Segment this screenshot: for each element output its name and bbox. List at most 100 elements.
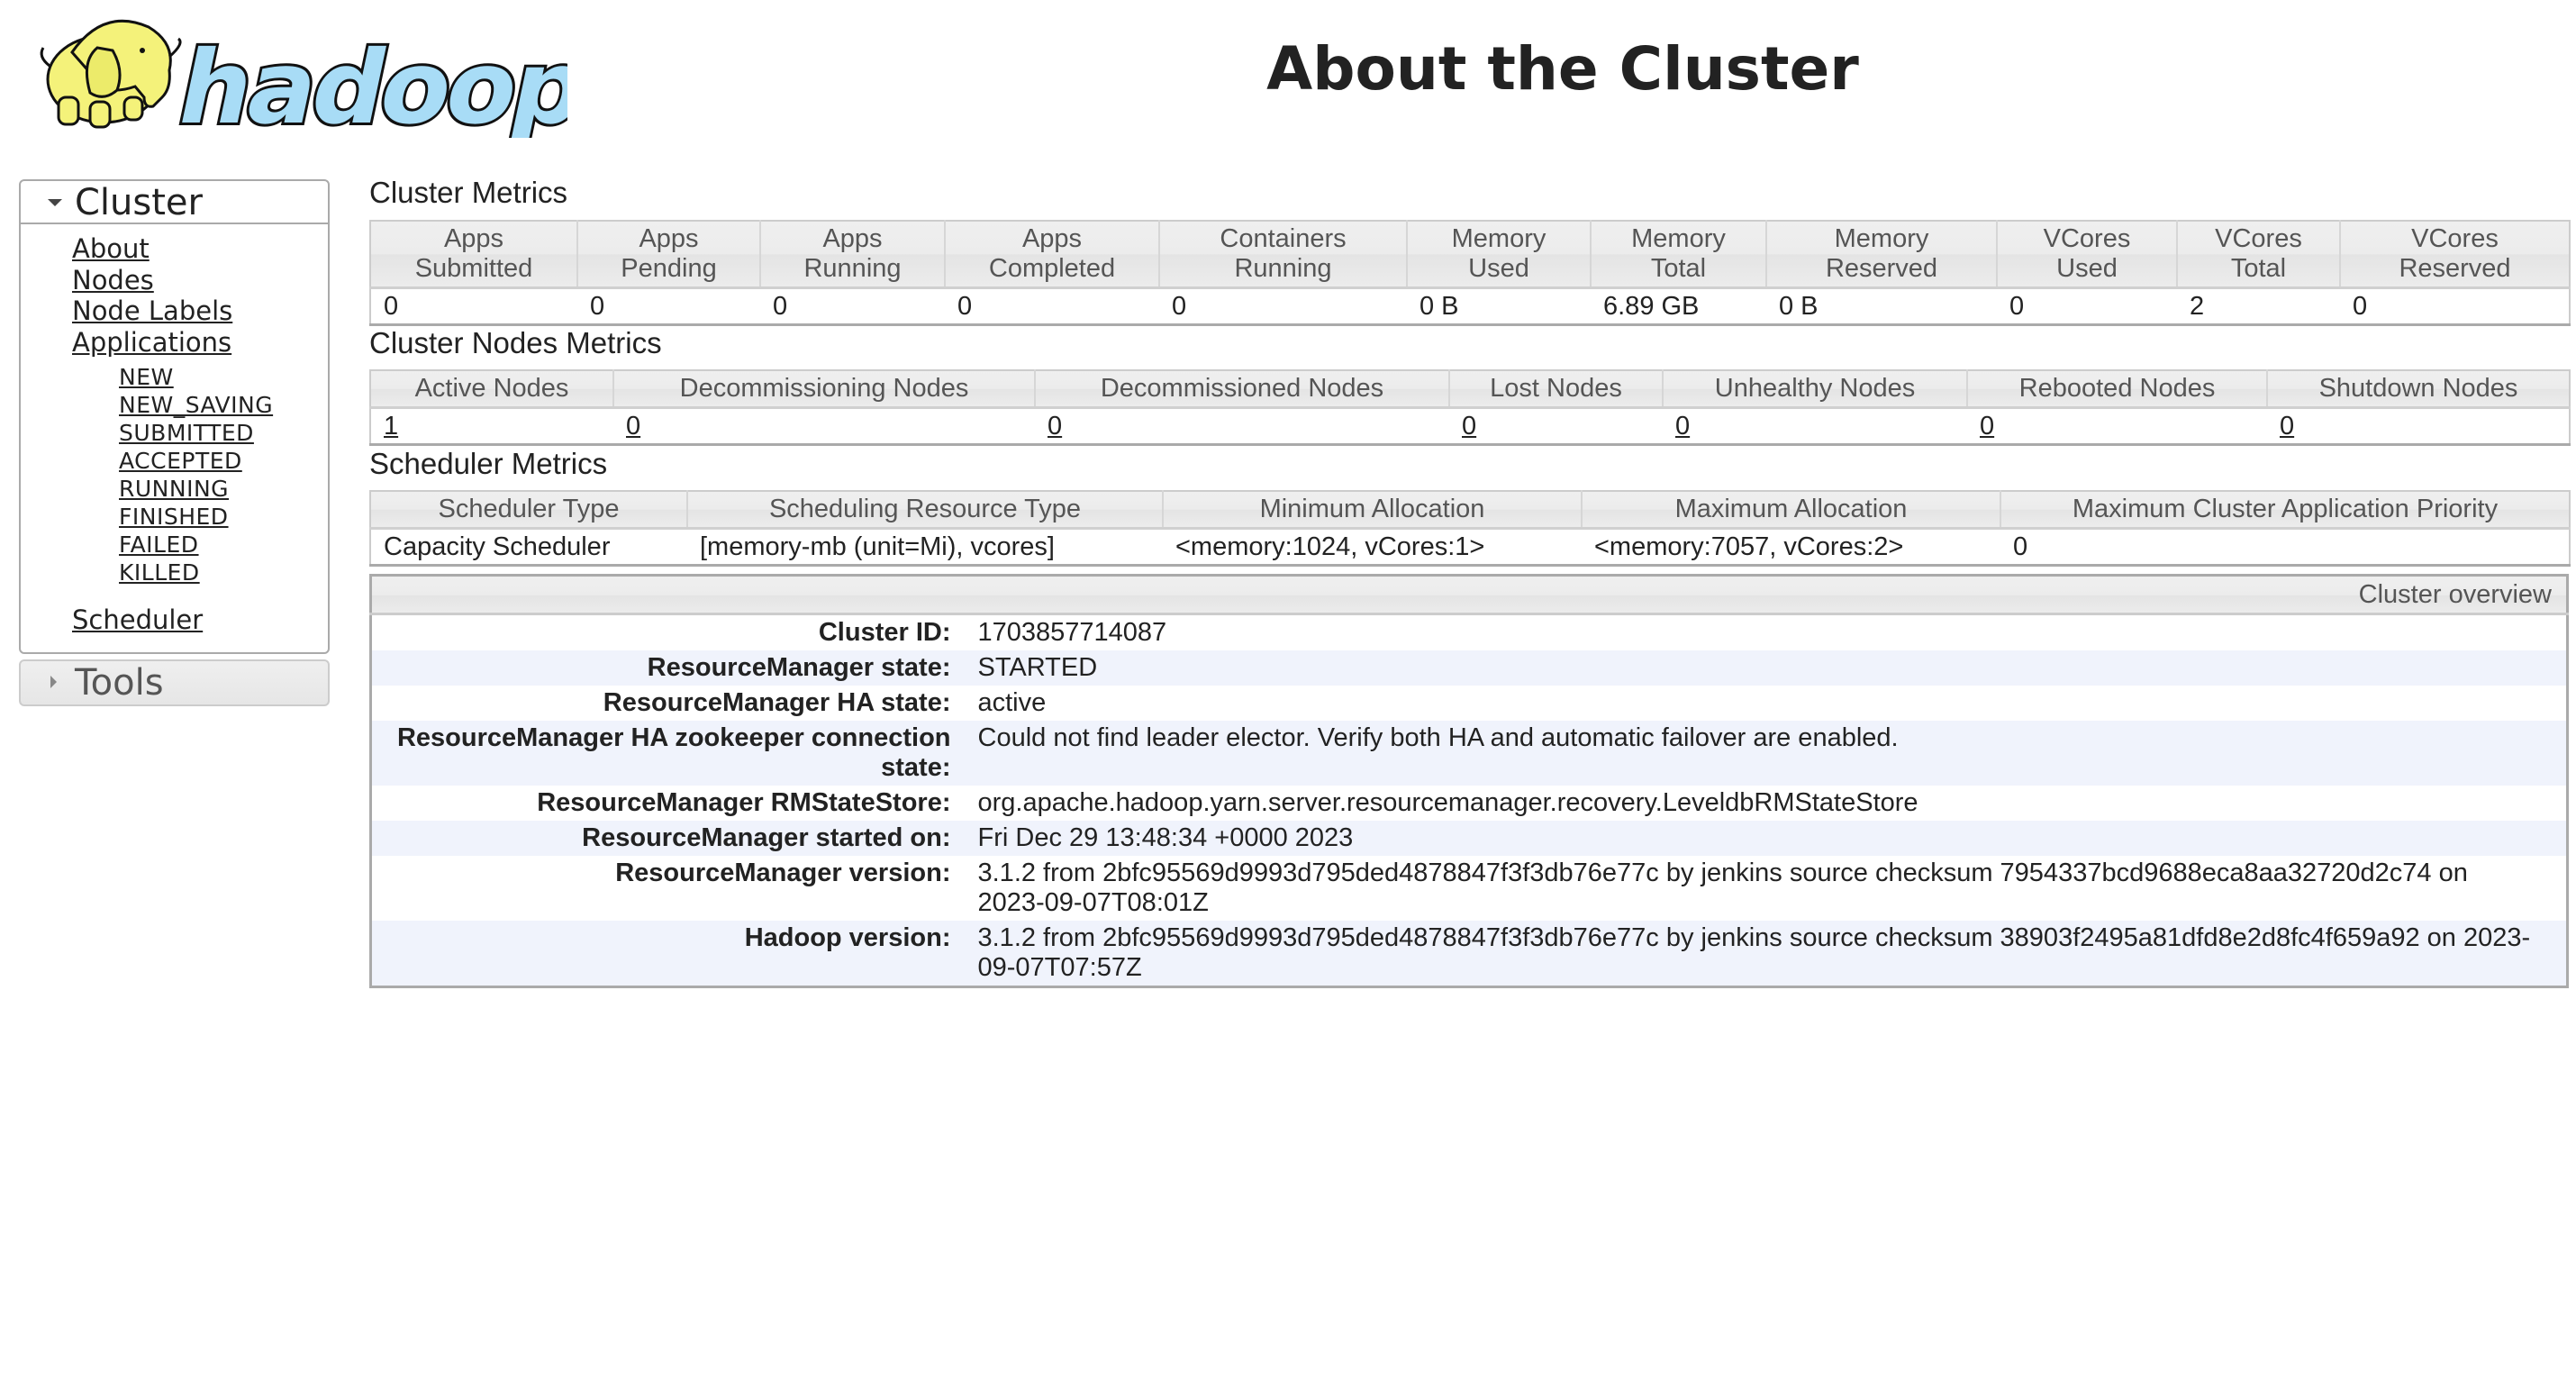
column-header-scheduler-type[interactable]: Scheduler Type [370, 491, 688, 530]
memory-reserved-value: 0 B [1766, 287, 1997, 325]
column-header-minimum-allocation[interactable]: Minimum Allocation [1163, 491, 1583, 530]
active-nodes-link[interactable]: 1 [384, 412, 398, 441]
decommissioning-nodes-link[interactable]: 0 [626, 412, 640, 441]
column-header-unhealthy-nodes[interactable]: Unhealthy Nodes [1663, 370, 1968, 409]
apps-submitted-value: 0 [370, 287, 577, 325]
column-header-decommissioned-nodes[interactable]: Decommissioned Nodes [1035, 370, 1450, 409]
overview-label: Cluster ID: [818, 618, 951, 647]
cluster-section-header[interactable]: Cluster [21, 181, 328, 224]
hadoop-elephant-icon: hadoop [40, 19, 597, 150]
page-title: About the Cluster [1266, 34, 1859, 104]
column-header-containers-running[interactable]: Containers Running [1159, 221, 1408, 289]
memory-total-value: 6.89 GB [1591, 287, 1766, 325]
rm-started-on-value: Fri Dec 29 13:48:34 +0000 2023 [977, 823, 1354, 852]
decommissioned-nodes-link[interactable]: 0 [1048, 412, 1062, 441]
column-header-max-app-priority[interactable]: Maximum Cluster Application Priority [2000, 491, 2570, 530]
sidebar-link-nodes[interactable]: Nodes [72, 265, 328, 296]
rm-version-value: 3.1.2 from 2bfc95569d9993d795ded4878847f… [977, 859, 2468, 917]
cluster-nodes-metrics-table: Active Nodes Decommissioning Nodes Decom… [369, 369, 2571, 446]
scheduling-resource-type-value: [memory-mb (unit=Mi), vcores] [687, 528, 1163, 566]
logo-wordmark: hadoop [168, 29, 567, 138]
cluster-metrics-title: Cluster Metrics [369, 176, 568, 209]
column-header-vcores-reserved[interactable]: VCores Reserved [2340, 221, 2570, 289]
rebooted-nodes-link[interactable]: 0 [1980, 412, 1994, 441]
app-state-link-killed[interactable]: KILLED [119, 559, 328, 586]
collapsed-triangle-icon [50, 675, 57, 688]
app-state-link-accepted[interactable]: ACCEPTED [119, 447, 328, 475]
overview-label: ResourceManager started on: [582, 823, 951, 852]
cluster-nav-section: Cluster About Nodes Node Labels Applicat… [19, 179, 330, 654]
column-header-active-nodes[interactable]: Active Nodes [370, 370, 614, 409]
column-header-rebooted-nodes[interactable]: Rebooted Nodes [1967, 370, 2268, 409]
overview-label: ResourceManager HA state: [603, 688, 951, 717]
column-header-scheduling-resource-type[interactable]: Scheduling Resource Type [687, 491, 1164, 530]
app-state-link-new[interactable]: NEW [119, 363, 328, 391]
lost-nodes-link[interactable]: 0 [1462, 412, 1476, 441]
apps-pending-value: 0 [577, 287, 760, 325]
apps-running-value: 0 [760, 287, 945, 325]
column-header-apps-running[interactable]: Apps Running [760, 221, 946, 289]
column-header-lost-nodes[interactable]: Lost Nodes [1449, 370, 1664, 409]
column-header-memory-reserved[interactable]: Memory Reserved [1766, 221, 1998, 289]
scheduler-metrics-header-row: Scheduler Type Scheduling Resource Type … [370, 491, 2570, 530]
maximum-allocation-value: <memory:7057, vCores:2> [1582, 528, 2000, 566]
column-header-apps-submitted[interactable]: Apps Submitted [370, 221, 578, 289]
shutdown-nodes-link[interactable]: 0 [2280, 412, 2294, 441]
apps-completed-value: 0 [945, 287, 1159, 325]
column-header-vcores-used[interactable]: VCores Used [1997, 221, 2178, 289]
sidebar-link-scheduler[interactable]: Scheduler [72, 604, 328, 636]
app-state-link-submitted[interactable]: SUBMITTED [119, 419, 328, 447]
scheduler-type-value: Capacity Scheduler [370, 528, 687, 566]
overview-row-cluster-id: Cluster ID: 1703857714087 [370, 613, 2568, 650]
overview-row-rm-started-on: ResourceManager started on: Fri Dec 29 1… [370, 821, 2568, 856]
cluster-metrics-table: Apps Submitted Apps Pending Apps Running Ap… [369, 220, 2571, 326]
column-header-maximum-allocation[interactable]: Maximum Allocation [1582, 491, 2001, 530]
table-row: 0 0 0 0 0 0 B 6.89 GB 0 B 0 2 0 [370, 287, 2570, 325]
overview-label: ResourceManager version: [615, 859, 951, 887]
overview-label: Hadoop version: [744, 923, 951, 952]
cluster-metrics-header-row: Apps Submitted Apps Pending Apps Running Ap… [370, 221, 2570, 289]
application-states-list: NEW NEW_SAVING SUBMITTED ACCEPTED RUNNIN… [72, 358, 328, 604]
memory-used-value: 0 B [1407, 287, 1591, 325]
sidebar-link-about[interactable]: About [72, 233, 328, 265]
overview-row-rm-version: ResourceManager version: 3.1.2 from 2bfc… [370, 856, 2568, 921]
column-header-apps-pending[interactable]: Apps Pending [577, 221, 761, 289]
minimum-allocation-value: <memory:1024, vCores:1> [1163, 528, 1582, 566]
column-header-vcores-total[interactable]: VCores Total [2177, 221, 2341, 289]
column-header-decommissioning-nodes[interactable]: Decommissioning Nodes [613, 370, 1036, 409]
rm-state-value: STARTED [977, 653, 1098, 682]
app-state-link-running[interactable]: RUNNING [119, 475, 328, 503]
scheduler-metrics-title: Scheduler Metrics [369, 447, 608, 480]
app-state-link-failed[interactable]: FAILED [119, 531, 328, 559]
overview-row-rm-ha-state: ResourceManager HA state: active [370, 686, 2568, 721]
column-header-shutdown-nodes[interactable]: Shutdown Nodes [2267, 370, 2570, 409]
table-row: Capacity Scheduler [memory-mb (unit=Mi),… [370, 528, 2570, 566]
unhealthy-nodes-link[interactable]: 0 [1675, 412, 1690, 441]
overview-row-rm-state: ResourceManager state: STARTED [370, 650, 2568, 686]
containers-running-value: 0 [1159, 287, 1407, 325]
hadoop-version-value: 3.1.2 from 2bfc95569d9993d795ded4878847f… [977, 923, 2531, 982]
sidebar-link-applications[interactable]: Applications [72, 327, 328, 359]
cluster-overview-title: Cluster overview [370, 575, 2568, 615]
sidebar-nav: Cluster About Nodes Node Labels Applicat… [19, 179, 330, 706]
table-row: 1 0 0 0 0 0 0 [370, 407, 2570, 445]
app-state-link-finished[interactable]: FINISHED [119, 503, 328, 531]
expanded-triangle-icon [48, 199, 62, 206]
max-app-priority-value: 0 [2000, 528, 2570, 566]
cluster-id-value: 1703857714087 [977, 618, 1167, 647]
tools-section-header[interactable]: Tools [19, 659, 330, 706]
overview-row-zk-connection-state: ResourceManager HA zookeeper connection … [370, 721, 2568, 786]
overview-label: ResourceManager RMStateStore: [537, 788, 951, 817]
column-header-memory-total[interactable]: Memory Total [1591, 221, 1767, 289]
vcores-reserved-value: 0 [2340, 287, 2570, 325]
sidebar-link-node-labels[interactable]: Node Labels [72, 295, 328, 327]
rm-statestore-value: org.apache.hadoop.yarn.server.resourcema… [977, 788, 1918, 817]
cluster-nodes-metrics-title: Cluster Nodes Metrics [369, 326, 662, 359]
column-header-memory-used[interactable]: Memory Used [1407, 221, 1592, 289]
tools-section-label: Tools [75, 661, 164, 704]
hadoop-logo[interactable]: hadoop [18, 7, 597, 150]
app-state-link-new-saving[interactable]: NEW_SAVING [119, 391, 328, 419]
column-header-apps-completed[interactable]: Apps Completed [945, 221, 1160, 289]
overview-label: ResourceManager state: [647, 653, 951, 682]
overview-label: ResourceManager HA zookeeper connection … [396, 723, 951, 782]
